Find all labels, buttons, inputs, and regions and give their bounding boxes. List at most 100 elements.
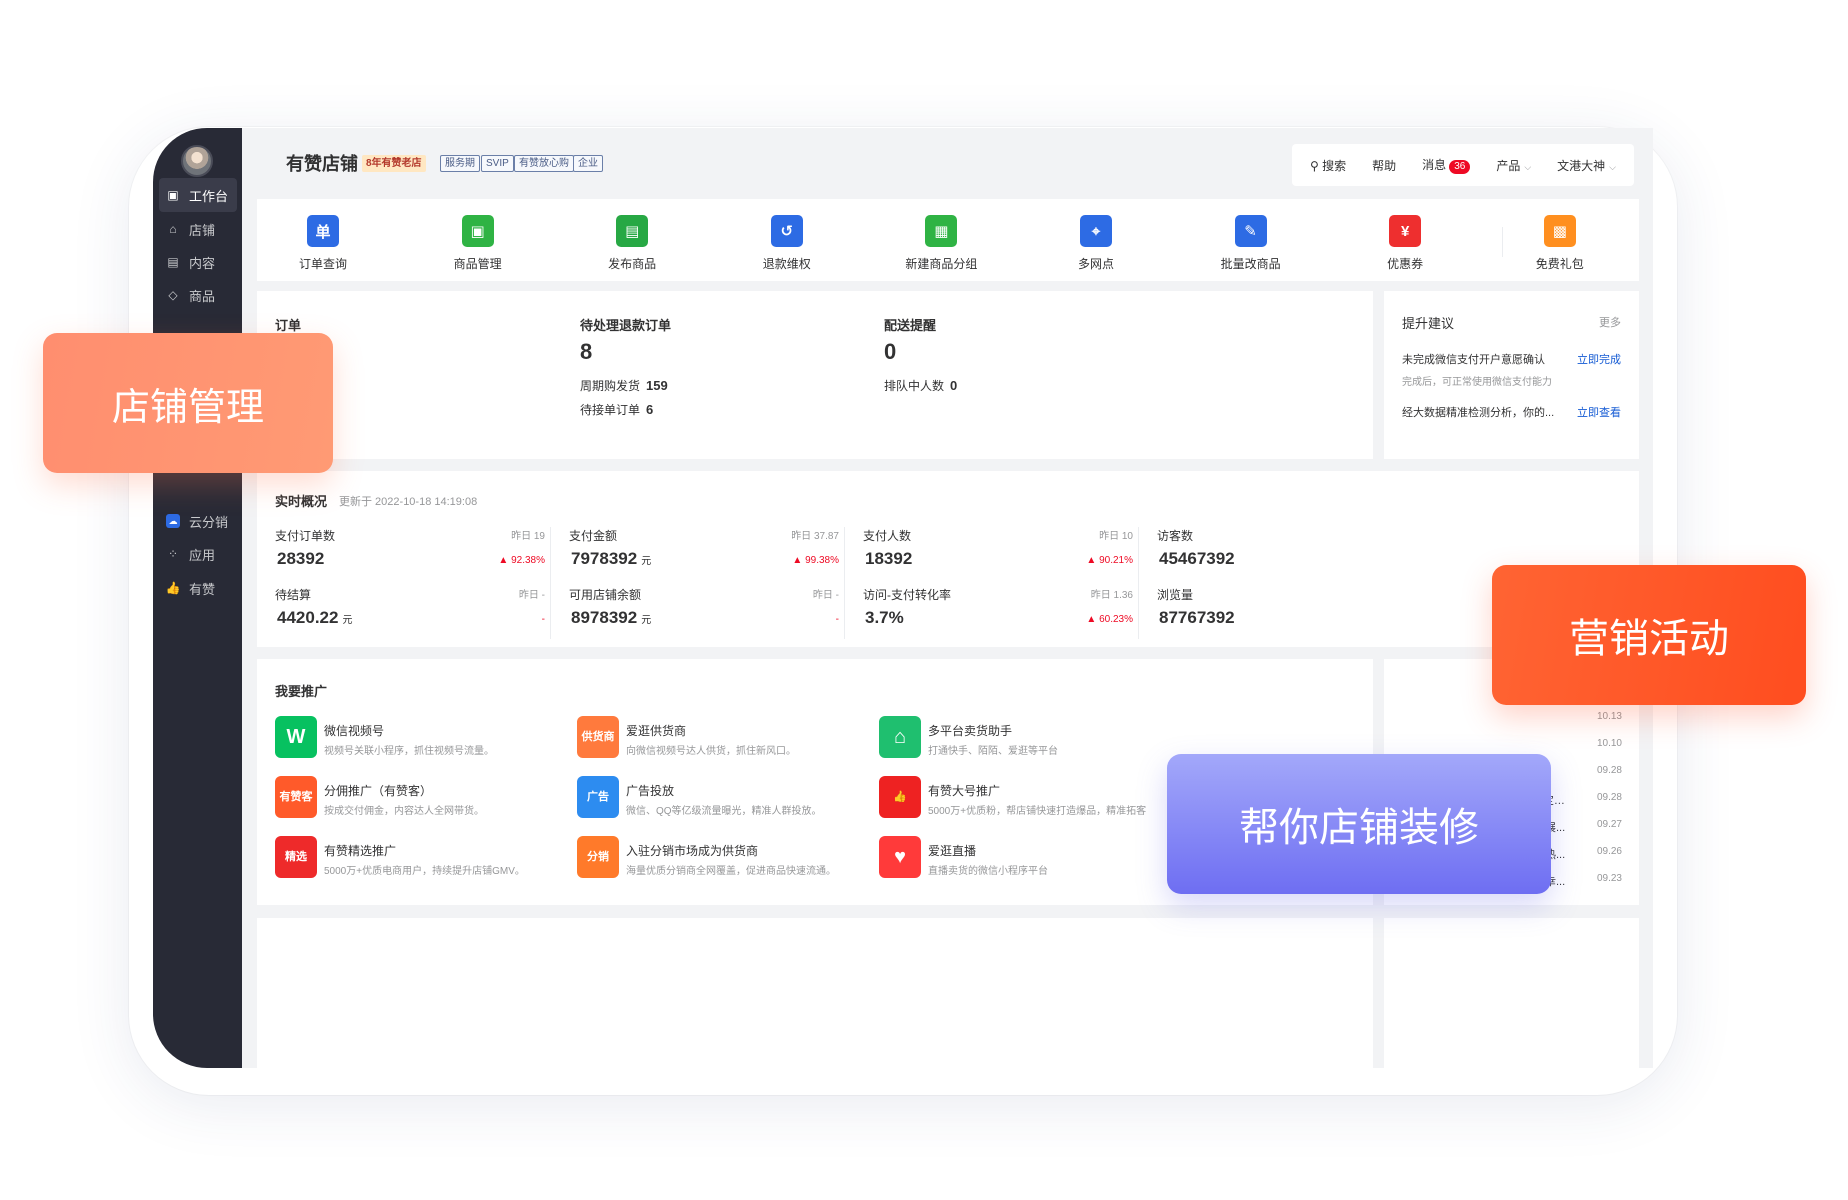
metric-value: 45467392 xyxy=(1159,549,1235,568)
metric-value: 7978392 元 xyxy=(571,549,652,568)
help-link[interactable]: 帮助 xyxy=(1372,157,1396,174)
todo-panel: 订单 7 通知26 异常30 待处理退款订单 8 周期购发货159 待接单订单6… xyxy=(257,291,1373,459)
message-count-badge: 36 xyxy=(1449,160,1471,174)
callout-shop-manage: 店铺管理 xyxy=(43,333,333,473)
quick-action-label: 批量改商品 xyxy=(1220,257,1281,271)
metric-card[interactable]: 待结算 昨日 - 4420.22 元 - xyxy=(275,586,545,642)
promotion-desc: 5000万+优质电商用户，持续提升店铺GMV。 xyxy=(324,866,525,877)
messages-link[interactable]: 消息 36 xyxy=(1422,156,1471,174)
content-icon: ▤ xyxy=(167,255,179,269)
shop-icon: ⌂ xyxy=(169,222,177,236)
promotion-item[interactable]: 分销 入驻分销市场成为供货商 海量优质分销商全网覆盖，促进商品快速流通。 xyxy=(577,836,877,880)
realtime-title: 实时概况 xyxy=(275,494,328,509)
promotion-desc: 打通快手、陌陌、爱逛等平台 xyxy=(928,746,1058,757)
sidebar-item-label: 云分销 xyxy=(189,514,229,530)
publish-goods-icon: ▤ xyxy=(616,215,649,247)
cloud-distribution-icon: ☁ xyxy=(166,514,180,528)
divider xyxy=(550,527,551,639)
divider xyxy=(1502,227,1503,257)
metric-yesterday: 昨日 - xyxy=(518,590,545,601)
coupon-icon: ¥ xyxy=(1389,215,1422,247)
chevron-down-icon: ⌵ xyxy=(1609,161,1616,172)
promotion-item[interactable]: 精选 有赞精选推广 5000万+优质电商用户，持续提升店铺GMV。 xyxy=(275,836,575,880)
quick-action-goods-manage[interactable]: ▣ 商品管理 xyxy=(413,215,543,272)
quick-action-order[interactable]: 单订单查询 xyxy=(258,215,388,272)
quick-action-label: 退款维权 xyxy=(762,257,811,271)
news-date: 10.13 xyxy=(1596,711,1622,722)
realtime-updated: 更新于 2022-10-18 14:19:08 xyxy=(339,496,478,508)
promotion-item[interactable]: 广告 广告投放 微信、QQ等亿级流量曝光，精准人群投放。 xyxy=(577,776,877,820)
metric-value: 87767392 xyxy=(1159,608,1235,627)
bottom-panel-right xyxy=(1384,918,1639,1068)
promotion-item[interactable]: ♥ 爱逛直播 直播卖货的微信小程序平台 xyxy=(879,836,1179,880)
quick-action-coupon[interactable]: ¥ 优惠券 xyxy=(1340,215,1470,272)
avatar[interactable] xyxy=(181,145,213,177)
promotion-desc: 海量优质分销商全网覆盖，促进商品快速流通。 xyxy=(626,866,836,877)
order-icon: 单 xyxy=(307,215,339,247)
metric-label: 可用店铺余额 xyxy=(569,588,642,602)
user-menu[interactable]: 文港大神 ⌵ xyxy=(1557,157,1616,174)
metric-card[interactable]: 访客数 45467392 xyxy=(1157,527,1427,583)
metric-card[interactable]: 可用店铺余额 昨日 - 8978392 元 - xyxy=(569,586,839,642)
promotion-name: 广告投放 xyxy=(626,784,675,798)
sidebar-item-goods[interactable]: ◇ 商品 xyxy=(159,278,237,312)
quick-action-publish-goods[interactable]: ▤ 发布商品 xyxy=(567,215,697,272)
wechat-channels-icon: W xyxy=(275,716,317,758)
apps-icon: ⁘ xyxy=(167,547,179,561)
promotion-item[interactable]: 有赞客 分佣推广（有赞客） 按成交付佣金，内容达人全网带货。 xyxy=(275,776,575,820)
search-button[interactable]: ⚲ 搜索 xyxy=(1310,157,1346,174)
top-bar: 有赞店铺 8年有赞老店 服务期 SVIP 有赞放心购 企业 ⚲ 搜索 帮助 消息… xyxy=(242,128,1653,200)
metric-card[interactable]: 浏览量 87767392 xyxy=(1157,586,1427,642)
suggestions-more-link[interactable]: 更多 xyxy=(1599,314,1621,330)
metric-label: 访客数 xyxy=(1157,529,1194,543)
metric-change: ▲ 60.23% xyxy=(1086,614,1133,625)
workbench-icon: ▣ xyxy=(167,188,179,202)
sidebar-item-workbench[interactable]: ▣ 工作台 xyxy=(159,178,237,212)
quick-action-batch-edit[interactable]: ✎ 批量改商品 xyxy=(1186,215,1316,272)
metric-label: 支付订单数 xyxy=(275,529,336,543)
promotion-name: 多平台卖货助手 xyxy=(928,724,1013,738)
sidebar-item-cloud-distribution[interactable]: ☁ 云分销 xyxy=(159,504,237,538)
promotion-item[interactable]: ⌂ 多平台卖货助手 打通快手、陌陌、爱逛等平台 xyxy=(879,716,1179,760)
divider xyxy=(844,527,845,639)
quick-action-gift[interactable]: ▩ 免费礼包 xyxy=(1495,215,1625,272)
promotion-item[interactable]: 供货商 爱逛供货商 向微信视频号达人供货，抓住新风口。 xyxy=(577,716,877,760)
suggestion-link[interactable]: 立即完成 xyxy=(1577,351,1621,367)
bottom-panel-left xyxy=(257,918,1373,1068)
sidebar-item-label: 工作台 xyxy=(189,188,229,204)
suggestion-text: 未完成微信支付开户意愿确认 xyxy=(1402,354,1545,366)
metric-value: 4420.22 元 xyxy=(277,608,353,627)
metric-value: 18392 xyxy=(865,549,913,568)
metric-label: 访问-支付转化率 xyxy=(863,588,951,602)
product-menu[interactable]: 产品 ⌵ xyxy=(1496,157,1531,174)
suggestion-link[interactable]: 立即查看 xyxy=(1577,404,1621,420)
gift-icon: ▩ xyxy=(1543,215,1576,247)
sidebar-item-apps[interactable]: ⁘ 应用 xyxy=(159,537,237,571)
promotion-desc: 视频号关联小程序，抓住视频号流量。 xyxy=(324,746,494,757)
suggestion-sub: 完成后，可正常使用微信支付能力 xyxy=(1402,377,1552,388)
quick-action-label: 商品管理 xyxy=(453,257,502,271)
metric-label: 支付人数 xyxy=(863,529,912,543)
metric-card[interactable]: 支付订单数 昨日 19 28392 ▲ 92.38% xyxy=(275,527,545,583)
metric-value: 3.7% xyxy=(865,608,904,627)
promotion-item[interactable]: 👍 有赞大号推广 5000万+优质粉，帮店铺快速打造爆品，精准拓客 xyxy=(879,776,1179,820)
metric-change: - xyxy=(541,614,545,625)
sidebar-item-shop[interactable]: ⌂ 店铺 xyxy=(159,212,237,246)
promotion-name: 微信视频号 xyxy=(324,724,385,738)
metric-value: 8978392 元 xyxy=(571,608,652,627)
quick-action-label: 发布商品 xyxy=(608,257,657,271)
quick-action-location[interactable]: ⌖ 多网点 xyxy=(1031,215,1161,272)
metric-card[interactable]: 支付金额 昨日 37.87 7978392 元 ▲ 99.38% xyxy=(569,527,839,583)
news-date: 09.27 xyxy=(1596,819,1622,830)
suggestions-title: 提升建议 xyxy=(1402,316,1455,331)
quick-action-refund[interactable]: ↺ 退款维权 xyxy=(722,215,852,272)
metric-card[interactable]: 支付人数 昨日 10 18392 ▲ 90.21% xyxy=(863,527,1133,583)
sidebar-item-thumbs-up[interactable]: 👍 有赞 xyxy=(159,571,237,605)
quick-action-goods-group[interactable]: ▦ 新建商品分组 xyxy=(876,215,1006,272)
promotion-item[interactable]: W 微信视频号视频号关联小程序，抓住视频号流量。 xyxy=(275,716,575,760)
metric-card[interactable]: 访问-支付转化率 昨日 1.36 3.7% ▲ 60.23% xyxy=(863,586,1133,642)
sidebar-item-content[interactable]: ▤ 内容 xyxy=(159,245,237,279)
chevron-down-icon: ⌵ xyxy=(1524,161,1532,172)
sidebar-item-label: 商品 xyxy=(189,288,216,304)
goods-group-icon: ▦ xyxy=(925,215,958,247)
